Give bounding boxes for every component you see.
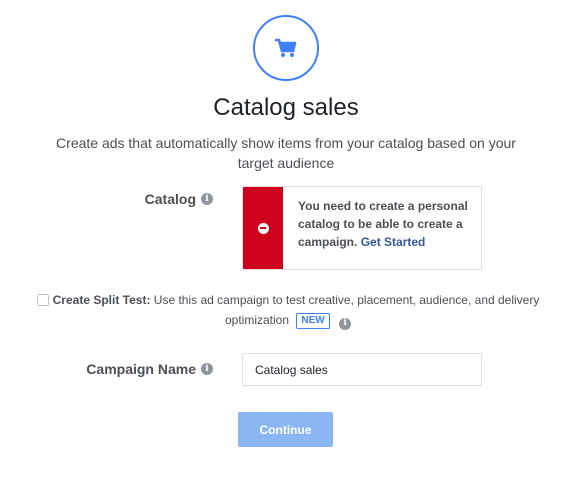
page-title: Catalog sales [213, 94, 359, 121]
catalog-cart-badge [253, 15, 319, 81]
info-icon[interactable]: i [339, 317, 352, 330]
error-icon [257, 222, 269, 234]
campaign-name-label-text: Campaign Name [86, 361, 196, 377]
new-badge: NEW [296, 313, 330, 329]
catalog-label-text: Catalog [144, 191, 196, 207]
alert-message: You need to create a personal catalog to… [283, 187, 481, 269]
page-subtitle: Create ads that automatically show items… [56, 135, 516, 171]
split-test-checkbox[interactable] [36, 294, 49, 306]
split-test-row: Create Split Test: Use this ad campaign … [30, 290, 546, 330]
catalog-error-alert: You need to create a personal catalog to… [242, 186, 482, 270]
info-icon[interactable]: i [201, 193, 213, 205]
get-started-link[interactable]: Get Started [361, 235, 426, 249]
alert-stripe [243, 187, 283, 269]
campaign-name-field-label: Campaign Name i [60, 361, 213, 377]
campaign-name-input[interactable] [242, 353, 482, 386]
continue-button[interactable]: Continue [238, 412, 333, 447]
split-test-label[interactable]: Create Split Test: [53, 293, 151, 307]
catalog-field-label: Catalog i [100, 191, 213, 207]
shopping-cart-icon [275, 38, 297, 57]
info-icon[interactable]: i [201, 363, 213, 375]
